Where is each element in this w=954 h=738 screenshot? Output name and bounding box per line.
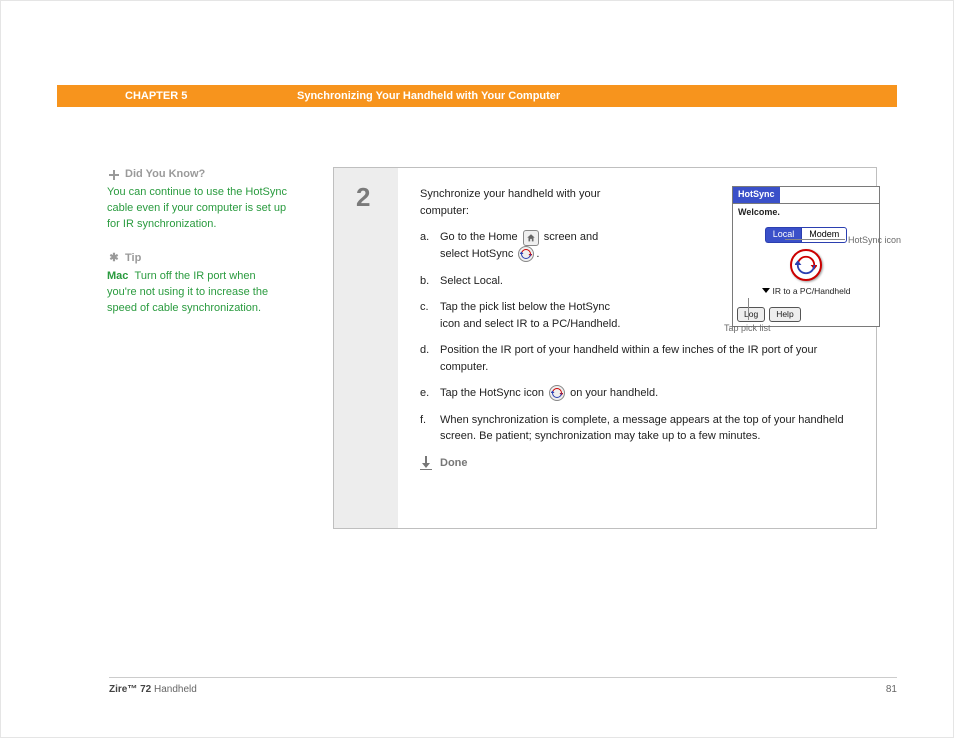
chapter-title: Synchronizing Your Handheld with Your Co… [297,90,897,102]
step-marker: e. [420,385,440,402]
palm-log-button[interactable]: Log [737,307,765,322]
did-you-know-title: Did You Know? [125,167,205,183]
step-item-d: d. Position the IR port of your handheld… [420,342,858,375]
tip-block: ✱ Tip Mac Turn off the IR port when you'… [107,251,287,317]
palm-title-label: HotSync [733,187,780,203]
page-footer: Zire™ 72 Handheld 81 [109,677,897,695]
step-marker: b. [420,273,440,290]
step-card: 2 Synchronize your handheld with your co… [333,167,877,529]
tip-title: Tip [125,251,141,267]
step-intro: Synchronize your handheld with your comp… [420,186,602,219]
palm-picklist[interactable]: IR to a PC/Handheld [733,283,879,304]
step-f: When synchronization is complete, a mess… [440,412,858,445]
palm-tab-modem[interactable]: Modem [801,227,847,243]
chapter-label: CHAPTER 5 [57,90,297,102]
palm-help-button[interactable]: Help [769,307,800,322]
did-you-know-body: You can continue to use the HotSync cabl… [107,185,287,233]
step-b: Select Local. [440,273,622,290]
hotsync-small-icon [518,246,534,262]
step-marker: f. [420,412,440,445]
step-number: 2 [334,168,398,528]
chapter-header-bar: CHAPTER 5 Synchronizing Your Handheld wi… [57,85,897,107]
hotsync-small-icon [549,385,565,401]
palm-window: HotSync Welcome. Local Modem [732,186,880,327]
step-marker: a. [420,229,440,263]
step-c: Tap the pick list below the HotSync icon… [440,299,622,332]
step-e-pre: Tap the HotSync icon [440,387,547,399]
did-you-know-block: Did You Know? You can continue to use th… [107,167,287,233]
tip-head: ✱ Tip [107,251,287,267]
product-name: Zire™ 72 Handheld [109,684,197,695]
hotsync-icon[interactable] [790,249,822,281]
asterisk-icon: ✱ [107,251,121,267]
product-rest: Handheld [151,684,197,695]
step-body: Synchronize your handheld with your comp… [398,168,876,528]
plus-icon [107,170,121,180]
page-number: 81 [886,684,897,695]
did-you-know-head: Did You Know? [107,167,287,183]
handheld-screenshot: HotSync Welcome. Local Modem [732,186,880,327]
step-item-e: e. Tap the HotSync icon on your handheld… [420,385,858,402]
annotation-hotsync: HotSync icon [848,234,901,248]
tip-body: Mac Turn off the IR port when you're not… [107,269,287,317]
palm-welcome: Welcome. [733,204,879,226]
done-label: Done [440,455,468,472]
annotation-line [748,298,749,320]
product-bold: Zire™ 72 [109,684,151,695]
sidebar: Did You Know? You can continue to use th… [107,167,287,335]
step-a-pre: Go to the Home [440,231,521,243]
step-marker: d. [420,342,440,375]
step-e-post: on your handheld. [570,387,658,399]
done-row: Done [420,455,858,472]
step-item-f: f. When synchronization is complete, a m… [420,412,858,445]
done-arrow-icon [420,456,432,470]
annotation-line [785,239,845,240]
step-d: Position the IR port of your handheld wi… [440,342,858,375]
step-a-post: . [536,248,539,260]
palm-tab-local[interactable]: Local [765,227,802,243]
tip-text: Turn off the IR port when you're not usi… [107,270,268,314]
home-icon [523,230,539,246]
tip-platform: Mac [107,270,128,282]
palm-titlebar: HotSync [733,187,879,204]
page: CHAPTER 5 Synchronizing Your Handheld wi… [0,0,954,738]
chevron-down-icon [762,288,770,293]
annotation-picklist: Tap pick list [724,322,771,336]
step-marker: c. [420,299,440,332]
palm-pick-label: IR to a PC/Handheld [773,286,851,296]
